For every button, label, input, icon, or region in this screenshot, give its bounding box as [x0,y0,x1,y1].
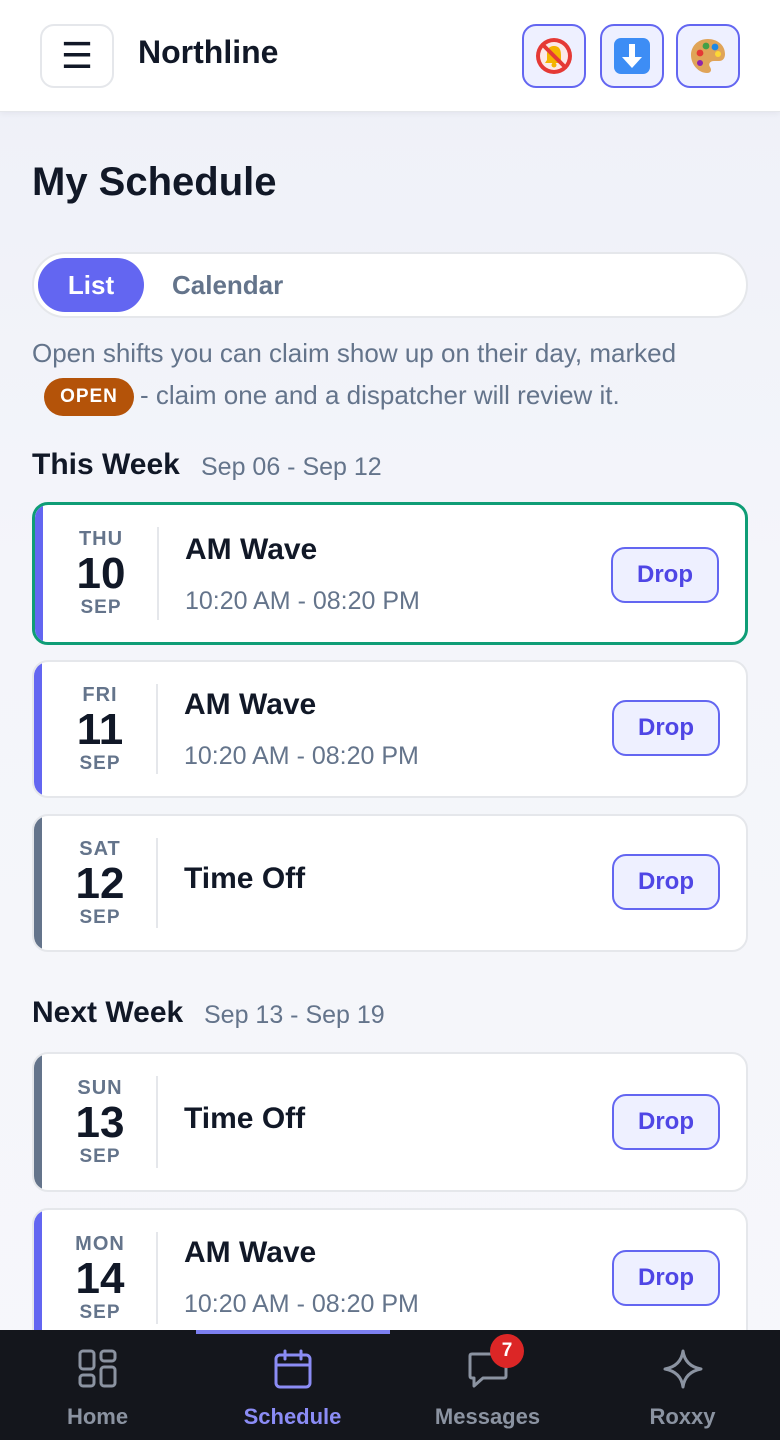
divider [156,684,158,774]
messages-unread-badge: 7 [490,1334,524,1368]
shift-date: MON 14 SEP [42,1210,158,1346]
shift-date: FRI 11 SEP [42,662,158,796]
shift-name: AM Wave [184,1236,317,1269]
nav-home[interactable]: Home [0,1330,195,1440]
drop-button[interactable]: Drop [612,1094,720,1150]
timeoff-accent-bar [34,816,42,950]
shift-day: 10 [76,549,126,598]
drop-button[interactable]: Drop [612,1250,720,1306]
tab-calendar[interactable]: Calendar [172,258,283,312]
shift-weekday: THU [78,528,124,550]
shift-weekday: SAT [79,837,121,860]
drop-button[interactable]: Drop [611,547,719,603]
hint-text-line2: - claim one and a dispatcher will review… [140,380,620,410]
hint-text-line1: Open shifts you can claim show up on the… [32,338,677,368]
shift-day: 13 [75,1097,125,1147]
nav-schedule-label: Schedule [243,1404,342,1429]
palette-icon [691,39,725,73]
timeoff-accent-bar [34,1054,42,1190]
menu-button[interactable]: ☰ [40,24,114,88]
shift-month: SEP [79,906,121,928]
shift-accent-bar [34,662,42,796]
shift-month: SEP [80,597,122,618]
nav-schedule[interactable]: Schedule [195,1330,390,1440]
shift-card[interactable]: FRI 11 SEP AM Wave 10:20 AM - 08:20 PM D… [32,660,748,798]
open-badge: OPEN [44,378,134,416]
theme-button[interactable] [676,24,740,88]
calendar-icon [274,1349,311,1389]
shift-month: SEP [79,752,121,774]
shift-weekday: FRI [82,683,118,706]
shift-name: AM Wave [185,533,318,566]
app-header: ☰ Northline [0,0,780,112]
notifications-muted-button[interactable] [522,24,586,88]
section-title-next-week: Next Week [32,996,184,1029]
shift-weekday: MON [75,1232,125,1255]
shift-card[interactable]: SUN 13 SEP Time Off Drop [32,1052,748,1192]
shift-time: 10:20 AM - 08:20 PM [185,587,420,615]
nav-roxxy[interactable]: Roxxy [585,1330,780,1440]
shift-month: SEP [79,1301,121,1323]
shift-card[interactable]: MON 14 SEP AM Wave 10:20 AM - 08:20 PM D… [32,1208,748,1348]
shift-day: 11 [76,704,124,754]
divider [156,1232,158,1324]
nav-roxxy-label: Roxxy [649,1404,716,1429]
divider [156,1076,158,1168]
view-toggle: List Calendar [32,252,748,318]
shift-day: 14 [75,1253,125,1303]
shift-month: SEP [79,1145,121,1167]
section-range-next-week: Sep 13 - Sep 19 [204,1001,385,1029]
shift-date: SAT 12 SEP [42,816,158,950]
divider [156,838,158,928]
shift-day: 12 [75,858,125,908]
shift-name: Time Off [184,1102,306,1135]
shift-card[interactable]: SAT 12 SEP Time Off Drop [32,814,748,952]
shift-weekday: SUN [77,1076,123,1099]
hamburger-icon: ☰ [60,35,94,76]
shift-accent-bar [35,505,43,642]
shift-name: AM Wave [184,688,317,721]
section-range-this-week: Sep 06 - Sep 12 [201,453,382,481]
shift-name: Time Off [184,862,306,895]
shift-time: 10:20 AM - 08:20 PM [184,742,419,770]
grid-icon [78,1349,116,1388]
sparkle-icon [663,1349,702,1389]
page-title: My Schedule [32,160,277,204]
nav-messages[interactable]: Messages [390,1330,585,1440]
tab-list[interactable]: List [38,258,144,312]
bottom-nav: Home Schedule Messages Roxxy [0,1330,780,1440]
shift-time: 10:20 AM - 08:20 PM [184,1290,419,1318]
shift-accent-bar [34,1210,42,1346]
drop-button[interactable]: Drop [612,854,720,910]
shift-date: THU 10 SEP [43,505,159,642]
drop-button[interactable]: Drop [612,700,720,756]
download-icon [614,38,650,74]
nav-messages-label: Messages [434,1404,541,1429]
section-title-this-week: This Week [32,448,180,481]
bell-muted-icon [536,38,572,74]
nav-home-label: Home [66,1404,129,1429]
download-button[interactable] [600,24,664,88]
shift-card[interactable]: THU 10 SEP AM Wave 10:20 AM - 08:20 PM D… [32,502,748,645]
shift-date: SUN 13 SEP [42,1054,158,1190]
brand-name: Northline [138,34,279,70]
divider [157,527,159,620]
